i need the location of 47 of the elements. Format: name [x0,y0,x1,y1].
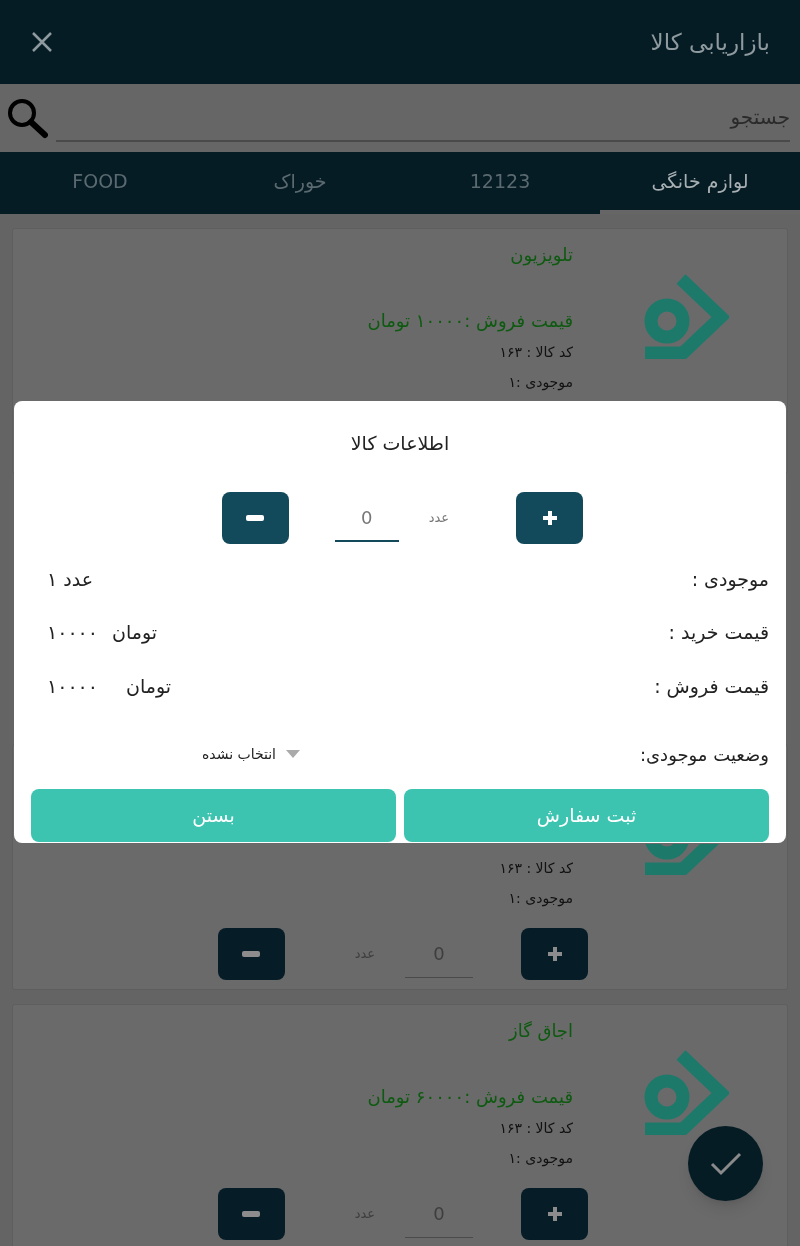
field-label: قیمت فروش : [654,673,769,700]
quantity-field[interactable]: 0 [334,494,399,542]
check-icon [709,1151,742,1176]
tab[interactable]: خوراک [200,152,400,214]
tab[interactable]: FOOD [0,152,200,214]
status-dropdown[interactable]: انتخاب نشده [201,743,300,765]
product-name: اجاق گاز [508,1019,573,1043]
caret-icon [285,750,300,758]
product-code: کد کالا : ۱۶۳ [499,859,573,878]
app-title: بازاریابی کالا [650,27,770,58]
minus-icon [242,951,261,957]
currency-label: تومان [126,673,172,700]
submit-order-button[interactable]: ثبت سفارش [404,789,769,842]
plus-icon [546,1206,563,1222]
product-price: قیمت فروش :۶۰۰۰۰ تومان [367,1085,573,1110]
plus-button[interactable] [521,1188,588,1240]
currency-label: تومان [112,619,158,646]
tab[interactable]: 12123 [400,152,600,214]
close-icon[interactable] [30,30,54,54]
dialog-title: اطلاعات کالا [350,432,450,454]
tab[interactable]: لوازم خانگی [600,152,800,214]
plus-icon [546,946,563,962]
product-stock: موجودی :۱ [508,889,573,909]
search-field[interactable]: جستجو [56,94,790,142]
plus-icon [541,510,558,526]
product-name: تلویزیون [510,243,573,268]
product-code: کد کالا : ۱۶۳ [499,343,573,362]
field-value: ۱۰۰۰۰ [47,673,99,699]
plus-button[interactable] [521,928,588,980]
field-label: موجودی : [691,566,769,593]
field-label: قیمت خرید : [668,619,769,646]
close-button[interactable]: بستن [31,789,396,842]
product-stock: موجودی :۱ [508,1149,573,1169]
unit-label: عدد [428,509,449,528]
minus-icon [246,515,265,521]
minus-button[interactable] [217,1188,285,1240]
product-stock: موجودی :۱ [508,373,573,393]
minus-button[interactable] [217,928,285,980]
product-code: کد کالا : ۱۶۳ [499,1119,573,1138]
product-price: قیمت فروش :۱۰۰۰۰ تومان [367,309,573,334]
search-icon[interactable] [6,97,48,139]
field-label: وضعیت موجودی: [639,742,769,768]
field-value: عدد ۱ [47,566,94,592]
minus-button[interactable] [221,492,289,544]
field-value: ۱۰۰۰۰ [47,619,99,645]
plus-button[interactable] [516,492,583,544]
minus-icon [242,1211,261,1217]
